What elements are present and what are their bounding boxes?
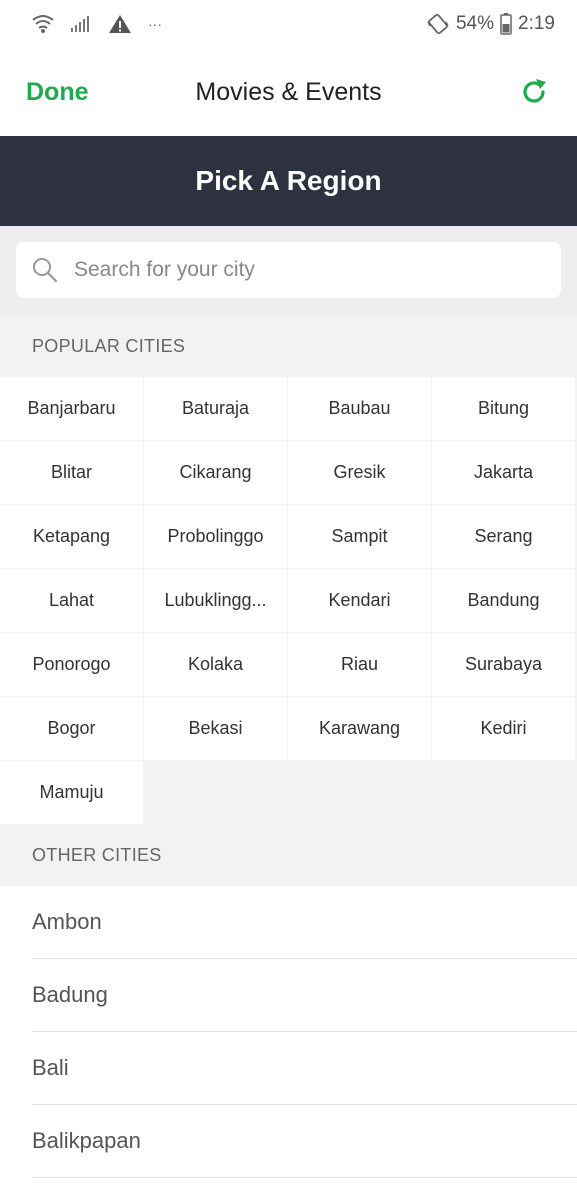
other-city-item[interactable]: Ambon xyxy=(32,886,577,959)
popular-city-cell[interactable]: Kediri xyxy=(432,697,575,760)
search-box[interactable] xyxy=(16,242,561,298)
popular-city-cell[interactable]: Karawang xyxy=(288,697,431,760)
vibrate-icon xyxy=(426,13,450,35)
popular-city-cell[interactable]: Baturaja xyxy=(144,377,287,440)
refresh-button[interactable] xyxy=(517,75,551,109)
popular-city-cell[interactable]: Kolaka xyxy=(144,633,287,696)
signal-icon xyxy=(70,15,92,33)
other-city-label: Balikpapan xyxy=(32,1128,141,1153)
other-city-label: Badung xyxy=(32,982,108,1007)
popular-city-label: Kediri xyxy=(480,718,527,738)
battery-icon xyxy=(500,13,512,35)
popular-city-cell[interactable]: Sampit xyxy=(288,505,431,568)
battery-percent: 54% xyxy=(455,13,495,34)
popular-city-cell[interactable]: Ponorogo xyxy=(0,633,143,696)
warning-icon xyxy=(108,14,132,34)
popular-city-label: Jakarta xyxy=(473,462,534,482)
popular-city-label: Sampit xyxy=(331,526,388,546)
other-city-item[interactable]: Badung xyxy=(32,959,577,1032)
other-cities-list: Ambon Badung Bali Balikpapan xyxy=(0,886,577,1200)
popular-city-cell[interactable]: Gresik xyxy=(288,441,431,504)
popular-city-cell[interactable]: Mamuju xyxy=(0,761,143,824)
region-header: Pick A Region xyxy=(0,136,577,226)
region-header-title: Pick A Region xyxy=(195,165,382,196)
popular-city-cell[interactable]: Riau xyxy=(288,633,431,696)
popular-city-cell[interactable]: Bekasi xyxy=(144,697,287,760)
wifi-icon xyxy=(32,14,54,34)
popular-city-cell[interactable]: Serang xyxy=(432,505,575,568)
popular-city-label: Mamuju xyxy=(39,782,104,802)
status-bar: ··· 54% 2:19 xyxy=(0,0,577,48)
popular-city-label: Baturaja xyxy=(181,398,250,418)
clock: 2:19 xyxy=(518,13,555,34)
popular-city-label: Bandung xyxy=(467,590,540,610)
popular-city-label: Ketapang xyxy=(32,526,111,546)
popular-city-label: Riau xyxy=(340,654,379,674)
popular-city-label: Surabaya xyxy=(464,654,543,674)
popular-city-label: Banjarbaru xyxy=(27,398,116,418)
status-bar-right: 54% 2:19 xyxy=(426,13,555,35)
status-bar-left: ··· xyxy=(32,14,162,34)
popular-city-cell[interactable]: Jakarta xyxy=(432,441,575,504)
popular-city-cell[interactable]: Blitar xyxy=(0,441,143,504)
search-input[interactable] xyxy=(74,258,514,282)
popular-city-cell[interactable]: Baubau xyxy=(288,377,431,440)
popular-city-label: Karawang xyxy=(318,718,401,738)
refresh-icon xyxy=(523,79,546,103)
done-button[interactable]: Done xyxy=(26,78,89,107)
popular-city-cell[interactable]: Bitung xyxy=(432,377,575,440)
popular-city-label: Baubau xyxy=(328,398,391,418)
popular-city-label: Gresik xyxy=(333,462,386,482)
popular-city-cell[interactable]: Bogor xyxy=(0,697,143,760)
other-city-item[interactable]: Bali xyxy=(32,1032,577,1105)
popular-city-cell[interactable]: Banjarbaru xyxy=(0,377,143,440)
popular-city-label: Bekasi xyxy=(188,718,243,738)
popular-city-cell[interactable]: Bandung xyxy=(432,569,575,632)
popular-city-label: Bitung xyxy=(477,398,530,418)
popular-city-cell[interactable]: Surabaya xyxy=(432,633,575,696)
popular-city-cell[interactable]: Cikarang xyxy=(144,441,287,504)
popular-cities-header-label: POPULAR CITIES xyxy=(32,335,186,356)
popular-city-label: Probolinggo xyxy=(167,526,264,546)
search-area xyxy=(0,226,577,316)
popular-city-label: Cikarang xyxy=(179,462,252,482)
popular-cities-header: POPULAR CITIES xyxy=(0,316,577,376)
popular-city-label: Lahat xyxy=(48,590,95,610)
more-dots-icon: ··· xyxy=(148,16,162,32)
other-city-label: Bali xyxy=(32,1055,69,1080)
popular-city-label: Kolaka xyxy=(187,654,244,674)
popular-city-cell[interactable]: Lubuklingg... xyxy=(144,569,287,632)
popular-city-label: Blitar xyxy=(50,462,92,482)
popular-city-cell[interactable]: Probolinggo xyxy=(144,505,287,568)
navigation-bar: Done Movies & Events xyxy=(0,48,577,136)
popular-city-label: Kendari xyxy=(328,590,391,610)
other-cities-header: OTHER CITIES xyxy=(0,825,577,885)
popular-city-label: Lubuklingg... xyxy=(164,590,267,610)
search-icon xyxy=(33,258,58,283)
other-cities-header-label: OTHER CITIES xyxy=(32,844,162,865)
other-city-label: Ambon xyxy=(32,909,102,934)
popular-city-label: Serang xyxy=(474,526,533,546)
popular-city-cell[interactable]: Lahat xyxy=(0,569,143,632)
other-city-item[interactable]: Balikpapan xyxy=(32,1105,577,1178)
popular-city-cell[interactable]: Kendari xyxy=(288,569,431,632)
popular-city-cell[interactable]: Ketapang xyxy=(0,505,143,568)
popular-city-label: Ponorogo xyxy=(32,654,111,674)
popular-city-label: Bogor xyxy=(47,718,96,738)
